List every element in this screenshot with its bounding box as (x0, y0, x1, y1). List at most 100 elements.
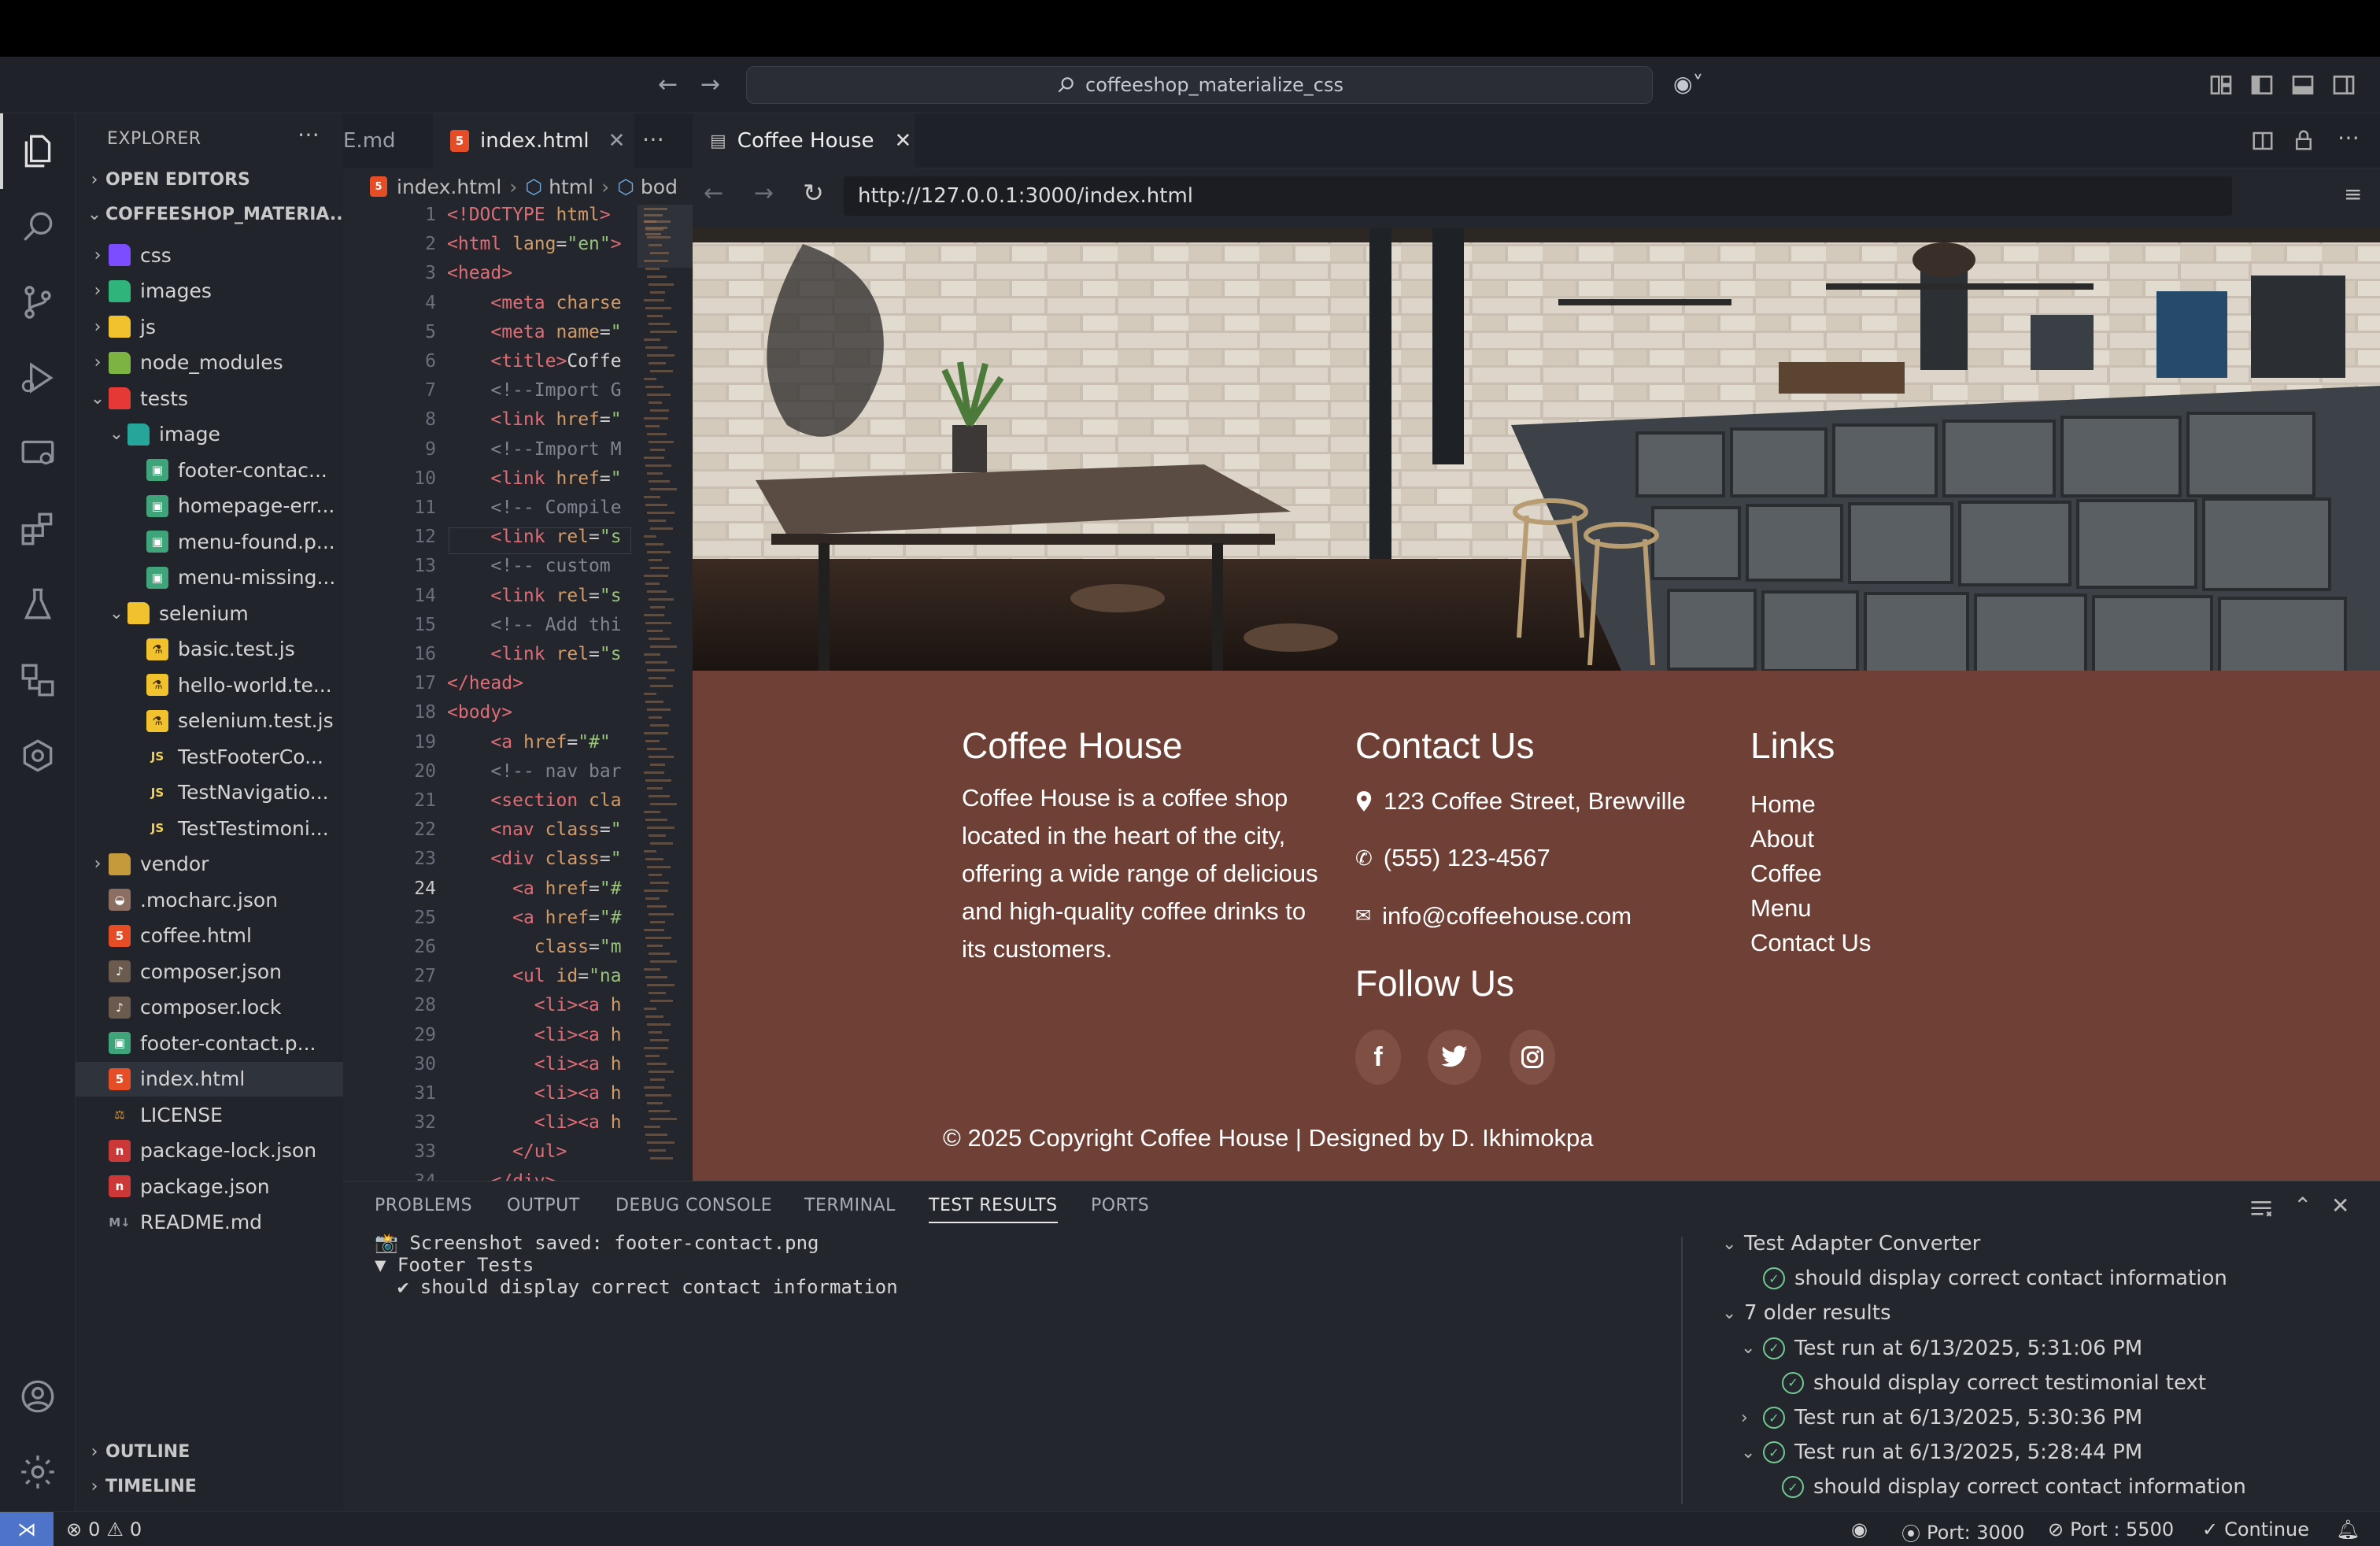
testing-icon[interactable] (0, 567, 76, 642)
test-result-item[interactable]: ⌄ ✓ Test run at 6/13/2025, 5:28:44 PM (1741, 1441, 2142, 1464)
minimap[interactable] (638, 205, 693, 1181)
tab-index-html[interactable]: 5 index.html ✕ (433, 113, 634, 168)
outline-section[interactable]: › OUTLINE (83, 1442, 190, 1462)
file-item[interactable]: 5 index.html (76, 1061, 343, 1097)
breadcrumb-body[interactable]: bod (641, 176, 678, 198)
reload-icon[interactable]: ↻ (803, 178, 824, 208)
copilot-chat-icon[interactable] (0, 718, 76, 793)
folder-item[interactable]: › images (76, 274, 343, 309)
link-contact-us[interactable]: Contact Us (1750, 926, 1871, 960)
breadcrumb-html[interactable]: html (549, 176, 593, 198)
accounts-icon[interactable] (0, 1359, 76, 1434)
panel-tab-debug-console[interactable]: DEBUG CONSOLE (615, 1196, 772, 1215)
copilot-icon[interactable]: ◉˅ (1673, 71, 1703, 97)
command-center-search[interactable]: coffeeshop_materialize_css (746, 66, 1653, 104)
file-item[interactable]: ◒ .mocharc.json (76, 882, 343, 917)
close-icon[interactable]: ✕ (608, 129, 626, 153)
file-item[interactable]: M↓ README.md (76, 1205, 343, 1240)
search-icon[interactable] (0, 189, 76, 264)
extensions-icon[interactable] (0, 491, 76, 567)
link-home[interactable]: Home (1750, 787, 1871, 822)
tab-coffee-house[interactable]: ▤ Coffee House ✕ (693, 113, 915, 168)
panel-tab-terminal[interactable]: TERMINAL (804, 1196, 896, 1215)
port-3000-indicator[interactable]: ⦿ Port: 3000 (1901, 1518, 2024, 1546)
folder-item[interactable]: › js (76, 309, 343, 344)
file-item[interactable]: ▣ footer-contact.p... (76, 1026, 343, 1060)
file-item[interactable]: ⚗ selenium.test.js (76, 704, 343, 738)
forward-arrow-icon[interactable]: → (754, 179, 774, 207)
more-actions-icon[interactable]: ⋯ (2338, 124, 2360, 150)
test-result-item[interactable]: ✓ should display correct testimonial text (1760, 1371, 2206, 1395)
test-result-item[interactable]: ✓ should display correct contact informat… (1741, 1267, 2227, 1290)
back-arrow-icon[interactable]: ← (658, 71, 678, 98)
split-editor-icon[interactable] (2251, 129, 2275, 153)
containers-icon[interactable] (0, 642, 76, 718)
file-item[interactable]: n package.json (76, 1169, 343, 1204)
file-item[interactable]: ▣ homepage-err... (76, 489, 343, 523)
toggle-secondary-sidebar-icon[interactable] (2331, 72, 2356, 98)
file-item[interactable]: ⚖ LICENSE (76, 1097, 343, 1132)
timeline-section[interactable]: › TIMELINE (83, 1477, 197, 1496)
folder-item[interactable]: › vendor (76, 847, 343, 882)
back-arrow-icon[interactable]: ← (704, 179, 723, 207)
test-output[interactable]: 📸 Screenshot saved: footer-contact.png ▼ … (375, 1232, 898, 1298)
facebook-icon[interactable]: f (1355, 1030, 1401, 1085)
toggle-panel-icon[interactable] (2290, 72, 2315, 98)
twitter-icon[interactable] (1428, 1030, 1481, 1085)
panel-tab-test-results[interactable]: TEST RESULTS (929, 1196, 1058, 1223)
maximize-panel-icon[interactable]: ⌃ (2293, 1193, 2312, 1219)
test-result-item[interactable]: ✓ should display correct contact informat… (1760, 1475, 2246, 1499)
file-item[interactable]: ▣ footer-contac... (76, 453, 343, 487)
file-item[interactable]: n package-lock.json (76, 1134, 343, 1168)
folder-item[interactable]: ⌄ tests (76, 381, 343, 416)
folder-item[interactable]: ⌄ image (76, 417, 343, 452)
file-item[interactable]: ♪ composer.json (76, 954, 343, 989)
tab-readme[interactable]: E.md (343, 113, 433, 168)
folder-item[interactable]: › node_modules (76, 346, 343, 380)
settings-gear-icon[interactable] (0, 1434, 76, 1510)
explorer-icon[interactable] (0, 113, 76, 189)
folder-item[interactable]: ⌄ selenium (76, 596, 343, 631)
file-item[interactable]: JS TestFooterCo... (76, 739, 343, 774)
remote-indicator-icon[interactable]: ⋊ (0, 1512, 54, 1546)
breadcrumb-file[interactable]: index.html (397, 176, 501, 198)
problems-indicator[interactable]: ⊗ 0 ⚠ 0 (66, 1518, 142, 1540)
file-item[interactable]: ⚗ hello-world.te... (76, 668, 343, 702)
test-result-item[interactable]: › ✓ Test run at 6/13/2025, 5:30:36 PM (1741, 1406, 2142, 1429)
panel-divider[interactable] (1681, 1237, 1683, 1504)
source-control-icon[interactable] (0, 264, 76, 340)
project-section[interactable]: ⌄ COFFEESHOP_MATERIA... (83, 205, 349, 224)
forward-arrow-icon[interactable]: → (700, 71, 720, 98)
customize-layout-icon[interactable] (2208, 72, 2234, 98)
file-item[interactable]: ♪ composer.lock (76, 990, 343, 1025)
test-result-item[interactable]: ⌄ 7 older results (1722, 1301, 1891, 1325)
port-5500-indicator[interactable]: ⊘ Port : 5500 (2048, 1518, 2174, 1540)
more-actions-icon[interactable]: ⋯ (298, 121, 320, 147)
menu-icon[interactable]: ≡ (2344, 181, 2362, 207)
open-editors-section[interactable]: › OPEN EDITORS (83, 170, 250, 190)
run-debug-icon[interactable] (0, 340, 76, 416)
url-input[interactable]: http://127.0.0.1:3000/index.html (844, 176, 2232, 216)
panel-tab-problems[interactable]: PROBLEMS (375, 1196, 472, 1215)
file-item[interactable]: ▣ menu-missing... (76, 560, 343, 595)
more-actions-icon[interactable]: ⋯ (642, 126, 664, 152)
link-coffee[interactable]: Coffee (1750, 856, 1871, 891)
remote-explorer-icon[interactable] (0, 416, 76, 491)
file-item[interactable]: 5 coffee.html (76, 919, 343, 953)
link-about[interactable]: About (1750, 822, 1871, 856)
panel-tab-ports[interactable]: PORTS (1091, 1196, 1149, 1215)
continue-indicator[interactable]: ✓ Continue (2202, 1518, 2309, 1540)
copilot-status-icon[interactable]: ◉ (1851, 1518, 1868, 1540)
close-icon[interactable]: ✕ (895, 129, 912, 153)
clear-results-icon[interactable] (2249, 1199, 2273, 1219)
notifications-bell-icon[interactable]: 🔔︎ (2336, 1518, 2360, 1540)
file-item[interactable]: ⚗ basic.test.js (76, 632, 343, 667)
folder-item[interactable]: › css (76, 238, 343, 272)
file-item[interactable]: JS TestTestimoni... (76, 811, 343, 845)
test-result-item[interactable]: ⌄ Test Adapter Converter (1722, 1232, 1980, 1256)
close-panel-icon[interactable]: ✕ (2331, 1193, 2349, 1219)
file-item[interactable]: ▣ menu-found.p... (76, 524, 343, 559)
toggle-primary-sidebar-icon[interactable] (2249, 72, 2275, 98)
panel-tab-output[interactable]: OUTPUT (507, 1196, 580, 1215)
test-result-item[interactable]: ⌄ ✓ Test run at 6/13/2025, 5:31:06 PM (1741, 1337, 2142, 1360)
